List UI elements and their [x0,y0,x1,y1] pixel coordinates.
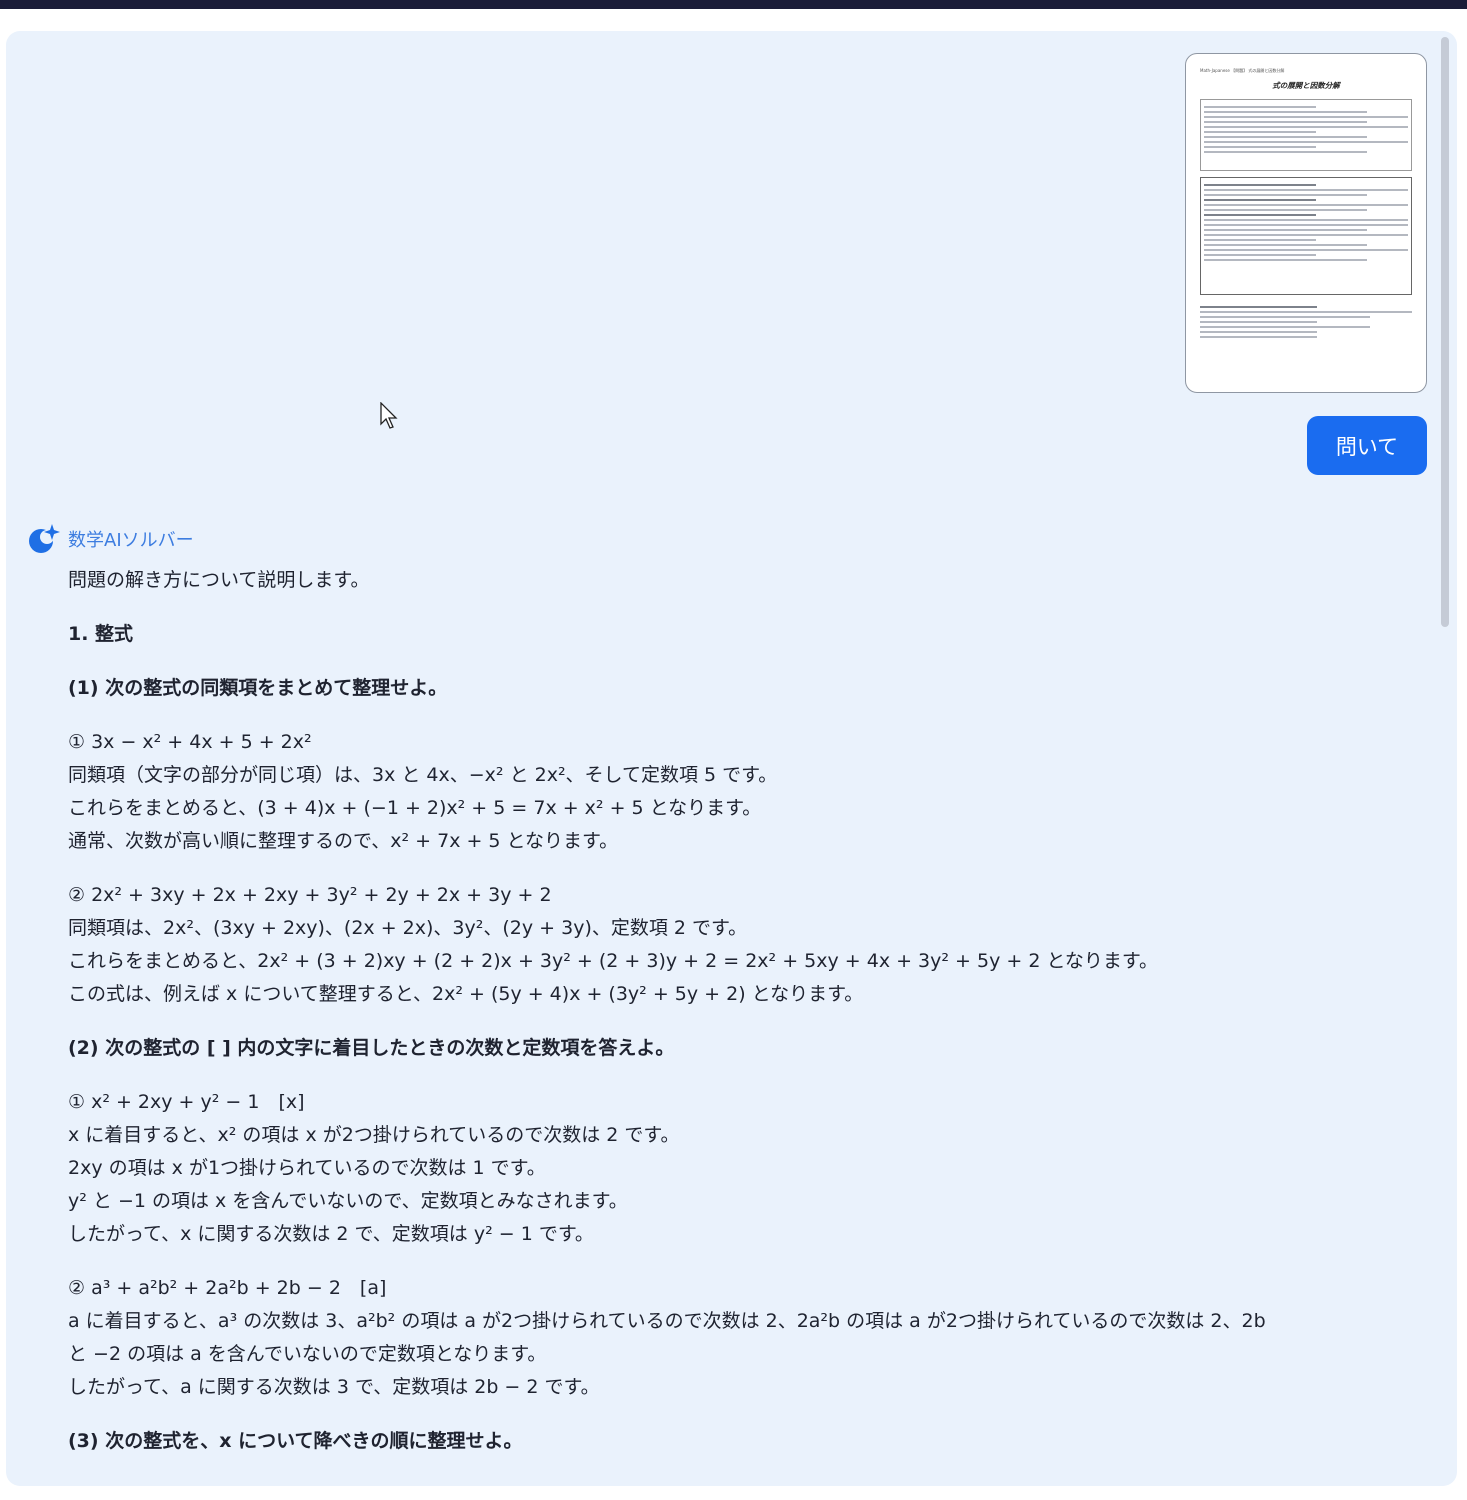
thumbnail-summary-box [1200,177,1412,295]
explanation-line: 通常、次数が高い順に整理するので、x² + 7x + 5 となります。 [68,830,619,852]
question-heading-3: (3) 次の整式を、x について降べきの順に整理せよ。 [68,1430,523,1452]
assistant-sparkle-icon [28,523,60,555]
explanation-line: 同類項（文字の部分が同じ項）は、3x と 4x、−x² と 2x²、そして定数項… [68,764,778,786]
explanation-line: この式は、例えば x について整理すると、2x² + (5y + 4)x + (… [68,983,864,1005]
assistant-message: 問題の解き方について説明します。 1. 整式 (1) 次の整式の同類項をまとめて… [68,564,1438,1458]
explanation-line: これらをまとめると、(3 + 4)x + (−1 + 2)x² + 5 = 7x… [68,797,762,819]
section-heading: 1. 整式 [68,623,134,645]
explanation-line: 同類項は、2x²、(3xy + 2xy)、(2x + 2x)、3y²、(2y +… [68,917,748,939]
thumbnail-problem-box [1200,99,1412,171]
explanation-line: したがって、x に関する次数は 2 で、定数項は y² − 1 です。 [68,1223,594,1245]
thumbnail-title: 式の展開と因数分解 [1272,81,1340,90]
problem-1-2: ② 2x² + 3xy + 2x + 2xy + 3y² + 2y + 2x +… [68,884,552,906]
intro-text: 問題の解き方について説明します。 [68,569,370,591]
uploaded-image-thumbnail[interactable]: Math-Japanese 【問題】 式の展開と因数分解 式の展開と因数分解 [1185,53,1427,393]
explanation-line: a に着目すると、a³ の次数は 3、a²b² の項は a が2つ掛けられている… [68,1310,1266,1332]
problem-1-1: ① 3x − x² + 4x + 5 + 2x² [68,731,312,753]
explanation-line: したがって、a に関する次数は 3 で、定数項は 2b − 2 です。 [68,1376,600,1398]
explanation-line: x に着目すると、x² の項は x が2つ掛けられているので次数は 2 です。 [68,1124,680,1146]
scrollbar[interactable] [1441,37,1449,627]
explanation-line: と −2 の項は a を含んでいないので定数項となります。 [68,1343,547,1365]
question-heading-2: (2) 次の整式の [ ] 内の文字に着目したときの次数と定数項を答えよ。 [68,1037,675,1059]
thumbnail-answer-area [1200,301,1412,343]
problem-2-2: ② a³ + a²b² + 2a²b + 2b − 2 [a] [68,1277,387,1299]
chat-panel: Math-Japanese 【問題】 式の展開と因数分解 式の展開と因数分解 問… [6,31,1457,1486]
top-bar [0,0,1467,9]
thumbnail-header: Math-Japanese 【問題】 式の展開と因数分解 [1200,68,1285,73]
assistant-name: 数学AIソルバー [68,530,194,551]
ask-button[interactable]: 問いて [1307,416,1427,475]
problem-2-1: ① x² + 2xy + y² − 1 [x] [68,1091,305,1113]
assistant-header: 数学AIソルバー [28,524,194,554]
explanation-line: 2xy の項は x が1つ掛けられているので次数は 1 です。 [68,1157,546,1179]
explanation-line: これらをまとめると、2x² + (3 + 2)xy + (2 + 2)x + 3… [68,950,1158,972]
question-heading-1: (1) 次の整式の同類項をまとめて整理せよ。 [68,677,448,699]
mouse-cursor-icon [380,402,398,429]
explanation-line: y² と −1 の項は x を含んでいないので、定数項とみなされます。 [68,1190,628,1212]
